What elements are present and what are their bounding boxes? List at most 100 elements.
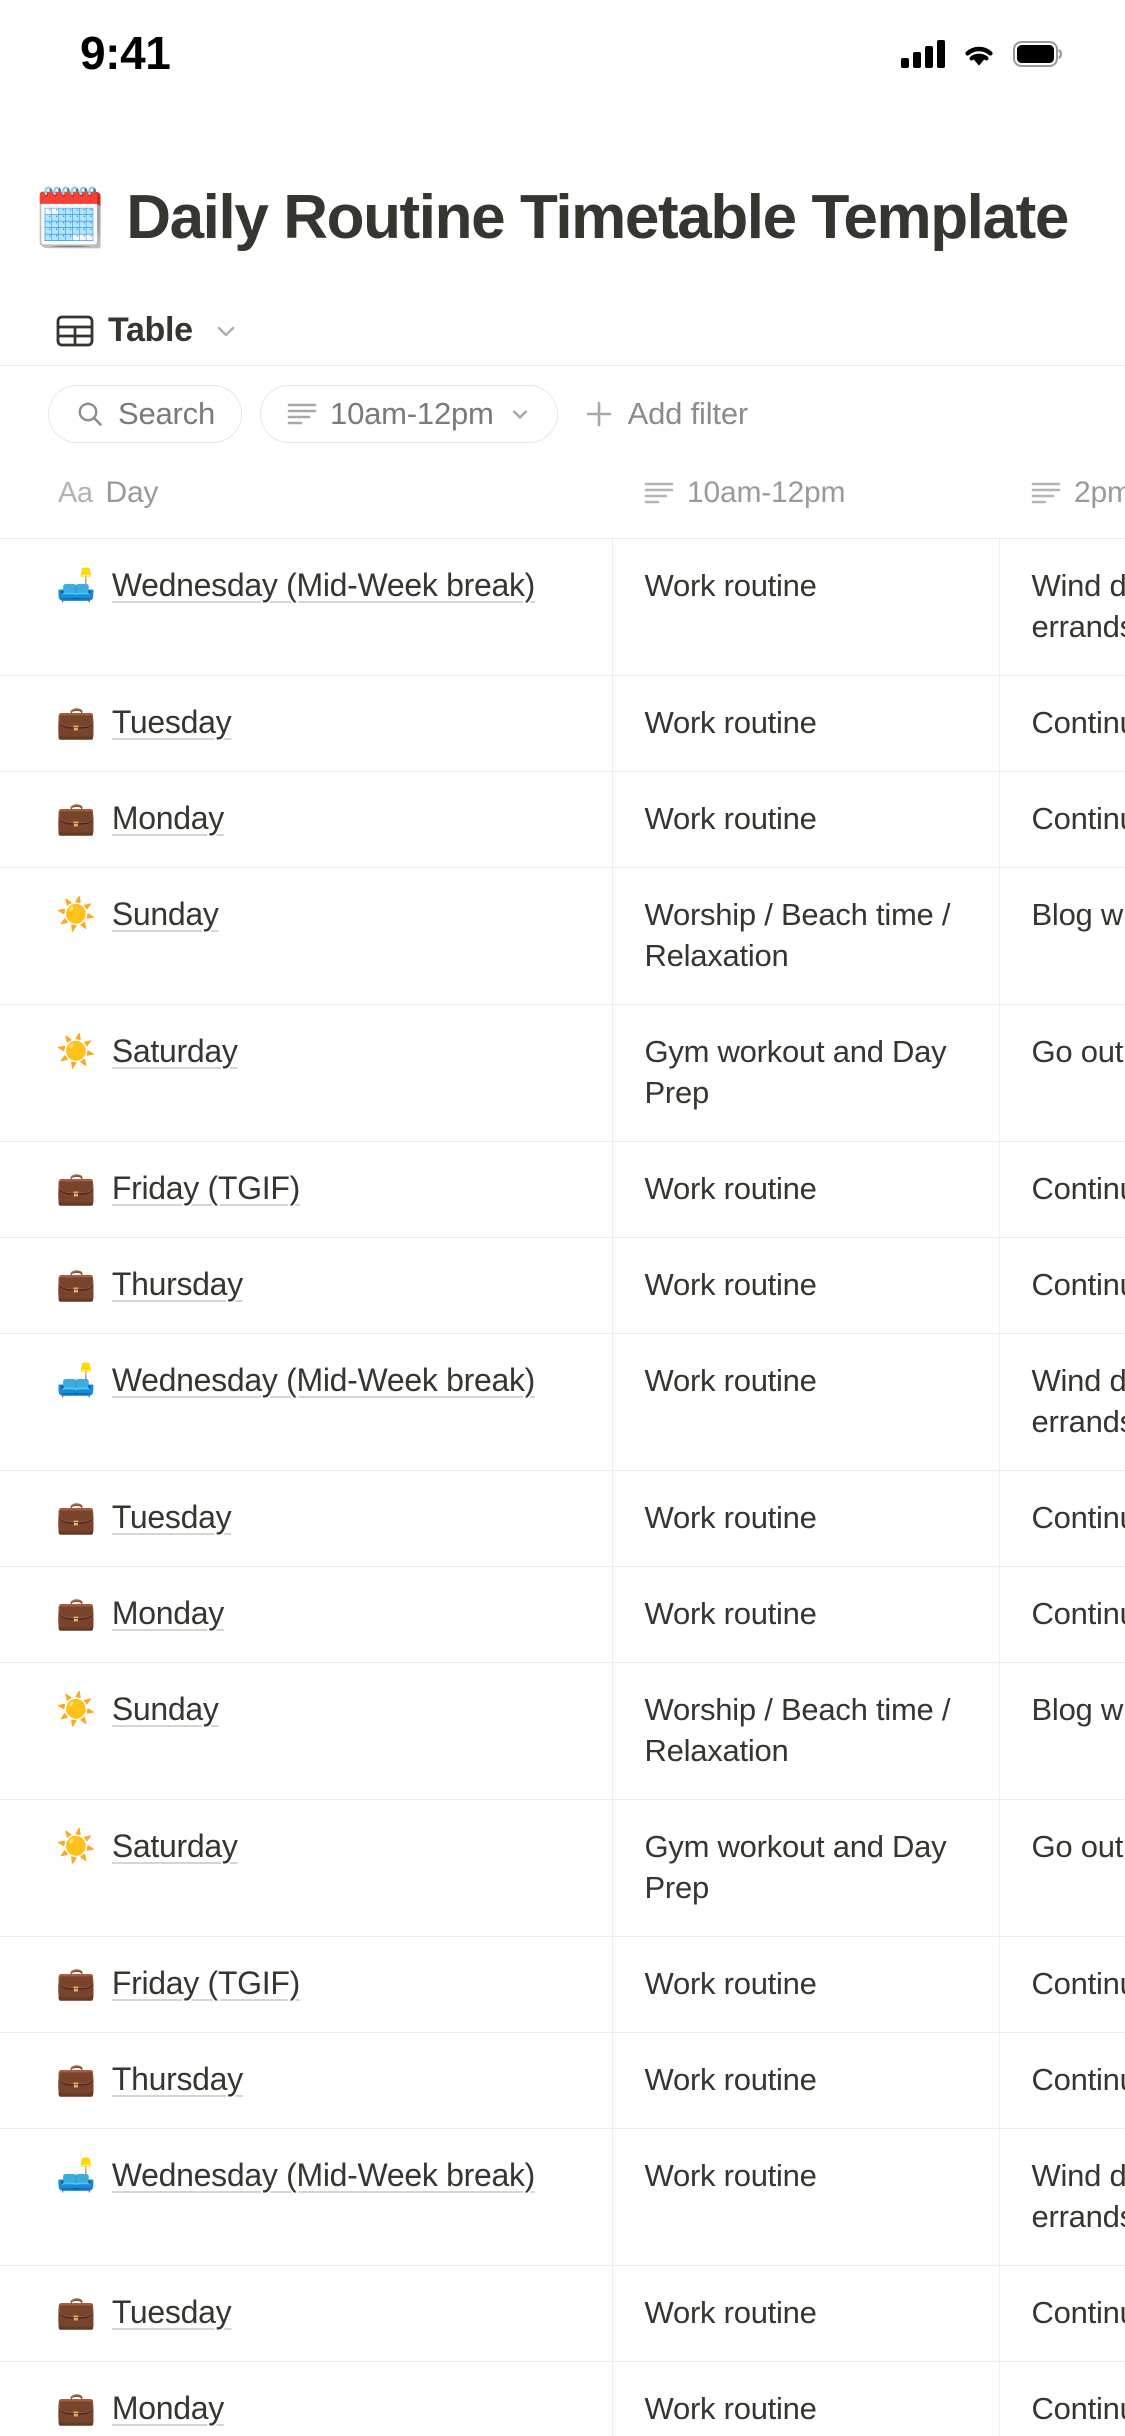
column-header-2pm-4pm[interactable]: 2pm-4pm bbox=[999, 466, 1125, 539]
cell-10am-12pm[interactable]: Gym workout and Day Prep bbox=[612, 1799, 1000, 1937]
day-title-link[interactable]: Tuesday bbox=[112, 1497, 232, 1537]
cell-2pm-4pm[interactable]: Continue work after lunch bbox=[999, 2265, 1125, 2362]
cell-day[interactable]: 💼 Tuesday bbox=[0, 675, 613, 772]
day-title-link[interactable]: Sunday bbox=[112, 1689, 219, 1729]
cell-day[interactable]: 💼 Monday bbox=[0, 1566, 613, 1663]
table-row[interactable]: 💼 Thursday Work routine Continue work after… bbox=[0, 2032, 1125, 2129]
cell-2pm-4pm[interactable]: Continue work after lunch bbox=[999, 1936, 1125, 2033]
cell-2pm-4pm[interactable]: Continue work after lunch bbox=[999, 1566, 1125, 1663]
cell-2pm-4pm[interactable]: Continue work after lunch break bbox=[999, 2032, 1125, 2129]
cell-2pm-4pm[interactable]: Continue work after lunch bbox=[999, 771, 1125, 868]
cell-10am-12pm[interactable]: Work routine bbox=[612, 1141, 1000, 1238]
cell-10am-12pm[interactable]: Work routine bbox=[612, 2265, 1000, 2362]
cell-10am-12pm[interactable]: Work routine bbox=[612, 2128, 1000, 2266]
cell-day[interactable]: 💼 Tuesday bbox=[0, 1470, 613, 1567]
day-title-link[interactable]: Tuesday bbox=[112, 2292, 232, 2332]
cell-day[interactable]: 🛋️ Wednesday (Mid-Week break) bbox=[0, 2128, 613, 2266]
cell-2pm-4pm[interactable]: Wind down with a long break and errands bbox=[999, 2128, 1125, 2266]
spiral-calendar-icon: 🗓️ bbox=[34, 183, 107, 252]
day-title-link[interactable]: Wednesday (Mid-Week break) bbox=[112, 2155, 535, 2195]
cell-2pm-4pm[interactable]: Wind down with a long break and errands bbox=[999, 1333, 1125, 1471]
cell-day[interactable]: 🛋️ Wednesday (Mid-Week break) bbox=[0, 538, 613, 676]
cell-day[interactable]: 💼 Thursday bbox=[0, 1237, 613, 1334]
cell-2pm-4pm[interactable]: Continue work after lunch break bbox=[999, 1237, 1125, 1334]
day-title-link[interactable]: Thursday bbox=[112, 1264, 243, 1304]
table-row[interactable]: 💼 Monday Work routine Continue work after l… bbox=[0, 771, 1125, 868]
title-property-icon: Aa bbox=[58, 476, 93, 509]
chevron-down-icon[interactable] bbox=[207, 318, 239, 344]
cell-day[interactable]: ☀️ Sunday bbox=[0, 867, 613, 1005]
cell-10am-12pm[interactable]: Work routine bbox=[612, 1936, 1000, 2033]
cell-2pm-4pm[interactable]: Continue work after lunch bbox=[999, 1470, 1125, 1567]
cell-10am-12pm[interactable]: Work routine bbox=[612, 1566, 1000, 1663]
table-row[interactable]: 🛋️ Wednesday (Mid-Week break) Work routine… bbox=[0, 538, 1125, 676]
cell-day[interactable]: 💼 Monday bbox=[0, 771, 613, 868]
day-title-link[interactable]: Monday bbox=[112, 2388, 224, 2428]
add-filter-button[interactable]: Add filter bbox=[576, 385, 748, 443]
cell-2pm-4pm[interactable]: Wind down with a long break and errands bbox=[999, 538, 1125, 676]
cell-10am-12pm[interactable]: Work routine bbox=[612, 538, 1000, 676]
table-row[interactable]: 💼 Tuesday Work routine Continue work after … bbox=[0, 2265, 1125, 2362]
cell-day[interactable]: ☀️ Saturday bbox=[0, 1799, 613, 1937]
column-header-10am-12pm[interactable]: 10am-12pm bbox=[612, 466, 999, 539]
cell-day[interactable]: 💼 Friday (TGIF) bbox=[0, 1141, 613, 1238]
view-tab-table[interactable]: Table bbox=[56, 304, 239, 358]
day-title-link[interactable]: Sunday bbox=[112, 894, 219, 934]
table-row[interactable]: 💼 Tuesday Work routine Continue work after … bbox=[0, 1470, 1125, 1567]
cell-10am-12pm[interactable]: Work routine bbox=[612, 771, 1000, 868]
chevron-down-icon[interactable] bbox=[507, 403, 531, 425]
table-row[interactable]: 💼 Thursday Work routine Continue work after… bbox=[0, 1237, 1125, 1334]
filter-chip-10am-12pm[interactable]: 10am-12pm bbox=[260, 385, 558, 443]
day-title-link[interactable]: Saturday bbox=[112, 1826, 238, 1866]
search-input[interactable]: Search bbox=[48, 385, 243, 443]
database-table-scroll[interactable]: Aa Day 10am-12pm 2pm 🛋️ Wednesday (Mid-W… bbox=[0, 466, 1125, 2436]
cell-day[interactable]: 💼 Thursday bbox=[0, 2032, 613, 2129]
table-row[interactable]: 💼 Friday (TGIF) Work routine Continue work … bbox=[0, 1141, 1125, 1238]
day-title-link[interactable]: Monday bbox=[112, 798, 224, 838]
day-title-link[interactable]: Friday (TGIF) bbox=[112, 1168, 300, 1208]
cell-2pm-4pm[interactable]: Continue work after lunch bbox=[999, 675, 1125, 772]
cell-10am-12pm[interactable]: Work routine bbox=[612, 1470, 1000, 1567]
day-title-link[interactable]: Tuesday bbox=[112, 702, 232, 742]
filter-chip-label: 10am-12pm bbox=[330, 396, 494, 431]
table-row[interactable]: ☀️ Sunday Worship / Beach time / Relaxatio… bbox=[0, 1662, 1125, 1800]
table-row[interactable]: ☀️ Saturday Gym workout and Day Prep Go out… bbox=[0, 1799, 1125, 1937]
cell-2pm-4pm[interactable]: Blog writing bbox=[999, 867, 1125, 1005]
cell-2pm-4pm[interactable]: Blog writing bbox=[999, 1662, 1125, 1800]
day-title-link[interactable]: Thursday bbox=[112, 2059, 243, 2099]
table-row[interactable]: 💼 Tuesday Work routine Continue work after … bbox=[0, 675, 1125, 772]
cell-2pm-4pm[interactable]: Go out / Errands bbox=[999, 1004, 1125, 1142]
cell-day[interactable]: ☀️ Saturday bbox=[0, 1004, 613, 1142]
cell-day[interactable]: 💼 Monday bbox=[0, 2361, 613, 2436]
cell-day[interactable]: ☀️ Sunday bbox=[0, 1662, 613, 1800]
briefcase-icon: 💼 bbox=[56, 2389, 96, 2427]
table-row[interactable]: ☀️ Saturday Gym workout and Day Prep Go out… bbox=[0, 1004, 1125, 1142]
table-row[interactable]: ☀️ Sunday Worship / Beach time / Relaxatio… bbox=[0, 867, 1125, 1005]
plus-icon bbox=[584, 399, 614, 429]
cell-2pm-4pm[interactable]: Continue work after lunch bbox=[999, 1141, 1125, 1238]
cell-10am-12pm[interactable]: Work routine bbox=[612, 2361, 1000, 2436]
cell-10am-12pm[interactable]: Gym workout and Day Prep bbox=[612, 1004, 1000, 1142]
day-title-link[interactable]: Saturday bbox=[112, 1031, 238, 1071]
column-header-day[interactable]: Aa Day bbox=[0, 466, 612, 539]
table-row[interactable]: 🛋️ Wednesday (Mid-Week break) Work routine… bbox=[0, 1333, 1125, 1471]
cell-10am-12pm[interactable]: Work routine bbox=[612, 675, 1000, 772]
table-row[interactable]: 💼 Monday Work routine Continue work after l… bbox=[0, 2361, 1125, 2436]
cell-10am-12pm[interactable]: Worship / Beach time / Relaxation bbox=[612, 1662, 1000, 1800]
table-row[interactable]: 🛋️ Wednesday (Mid-Week break) Work routine… bbox=[0, 2128, 1125, 2266]
cell-2pm-4pm[interactable]: Continue work after lunch bbox=[999, 2361, 1125, 2436]
cell-10am-12pm[interactable]: Work routine bbox=[612, 1237, 1000, 1334]
day-title-link[interactable]: Wednesday (Mid-Week break) bbox=[112, 1360, 535, 1400]
cell-day[interactable]: 💼 Friday (TGIF) bbox=[0, 1936, 613, 2033]
cell-10am-12pm[interactable]: Work routine bbox=[612, 2032, 1000, 2129]
day-title-link[interactable]: Monday bbox=[112, 1593, 224, 1633]
day-title-link[interactable]: Friday (TGIF) bbox=[112, 1963, 300, 2003]
day-title-link[interactable]: Wednesday (Mid-Week break) bbox=[112, 565, 535, 605]
cell-10am-12pm[interactable]: Work routine bbox=[612, 1333, 1000, 1471]
table-row[interactable]: 💼 Friday (TGIF) Work routine Continue work … bbox=[0, 1936, 1125, 2033]
cell-day[interactable]: 🛋️ Wednesday (Mid-Week break) bbox=[0, 1333, 613, 1471]
table-row[interactable]: 💼 Monday Work routine Continue work after l… bbox=[0, 1566, 1125, 1663]
cell-day[interactable]: 💼 Tuesday bbox=[0, 2265, 613, 2362]
cell-2pm-4pm[interactable]: Go out / Errands bbox=[999, 1799, 1125, 1937]
cell-10am-12pm[interactable]: Worship / Beach time / Relaxation bbox=[612, 867, 1000, 1005]
